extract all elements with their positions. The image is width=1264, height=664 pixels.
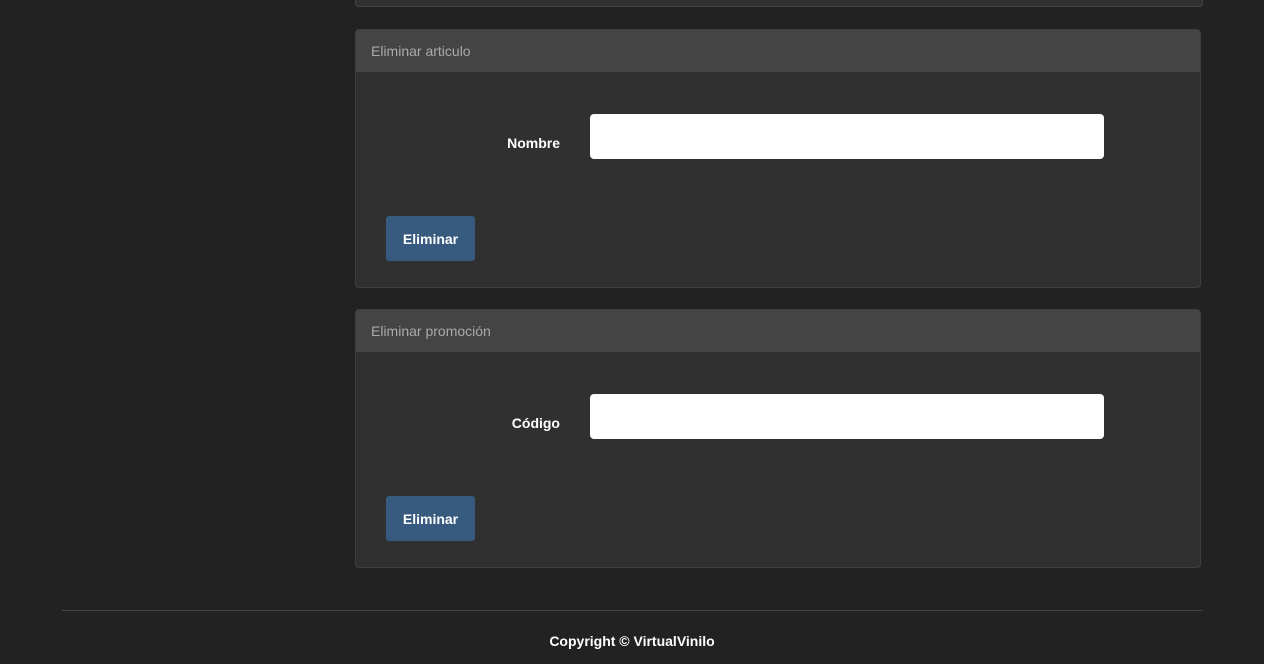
delete-promotion-button[interactable]: Eliminar <box>386 496 475 541</box>
panel-body: Nombre Eliminar <box>356 72 1200 287</box>
name-label: Nombre <box>507 135 560 151</box>
delete-promotion-panel: Eliminar promoción Código Eliminar <box>355 309 1201 568</box>
name-input[interactable] <box>590 114 1104 159</box>
footer-divider <box>62 610 1203 611</box>
footer-copyright: Copyright © VirtualVinilo <box>549 633 715 649</box>
page: Eliminar articulo Nombre Eliminar Elimin… <box>0 0 1264 664</box>
code-label: Código <box>511 415 560 431</box>
delete-article-button[interactable]: Eliminar <box>386 216 475 261</box>
panel-heading: Eliminar promoción <box>356 310 1200 352</box>
code-input[interactable] <box>590 394 1104 439</box>
panel-heading: Eliminar articulo <box>356 30 1200 72</box>
delete-article-panel: Eliminar articulo Nombre Eliminar <box>355 29 1201 288</box>
panel-body: Código Eliminar <box>356 352 1200 567</box>
previous-panel-bottom <box>355 0 1203 7</box>
